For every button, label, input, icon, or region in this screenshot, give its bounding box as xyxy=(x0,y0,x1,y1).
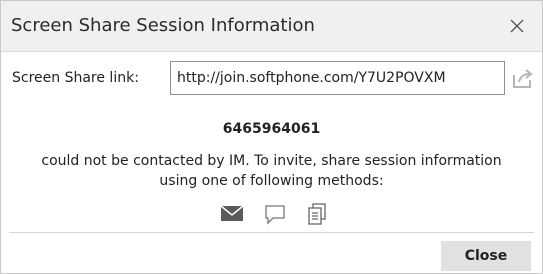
session-info-dialog: Screen Share Session Information Screen … xyxy=(0,0,543,274)
dialog-title: Screen Share Session Information xyxy=(11,15,315,36)
close-button[interactable]: Close xyxy=(441,241,531,271)
copy-icon[interactable] xyxy=(307,203,327,225)
contact-message: could not be contacted by IM. To invite,… xyxy=(41,153,502,189)
share-methods xyxy=(1,203,542,225)
link-row: Screen Share link: xyxy=(1,61,542,97)
share-external-icon[interactable] xyxy=(511,66,535,90)
contact-number: 6465964061 xyxy=(222,121,321,137)
screen-share-link-input[interactable] xyxy=(170,61,505,95)
link-label: Screen Share link: xyxy=(12,70,139,86)
close-icon[interactable] xyxy=(508,17,526,35)
footer-divider xyxy=(9,232,534,233)
chat-icon[interactable] xyxy=(264,203,286,225)
email-icon[interactable] xyxy=(220,203,244,223)
dialog-titlebar: Screen Share Session Information xyxy=(1,1,542,52)
